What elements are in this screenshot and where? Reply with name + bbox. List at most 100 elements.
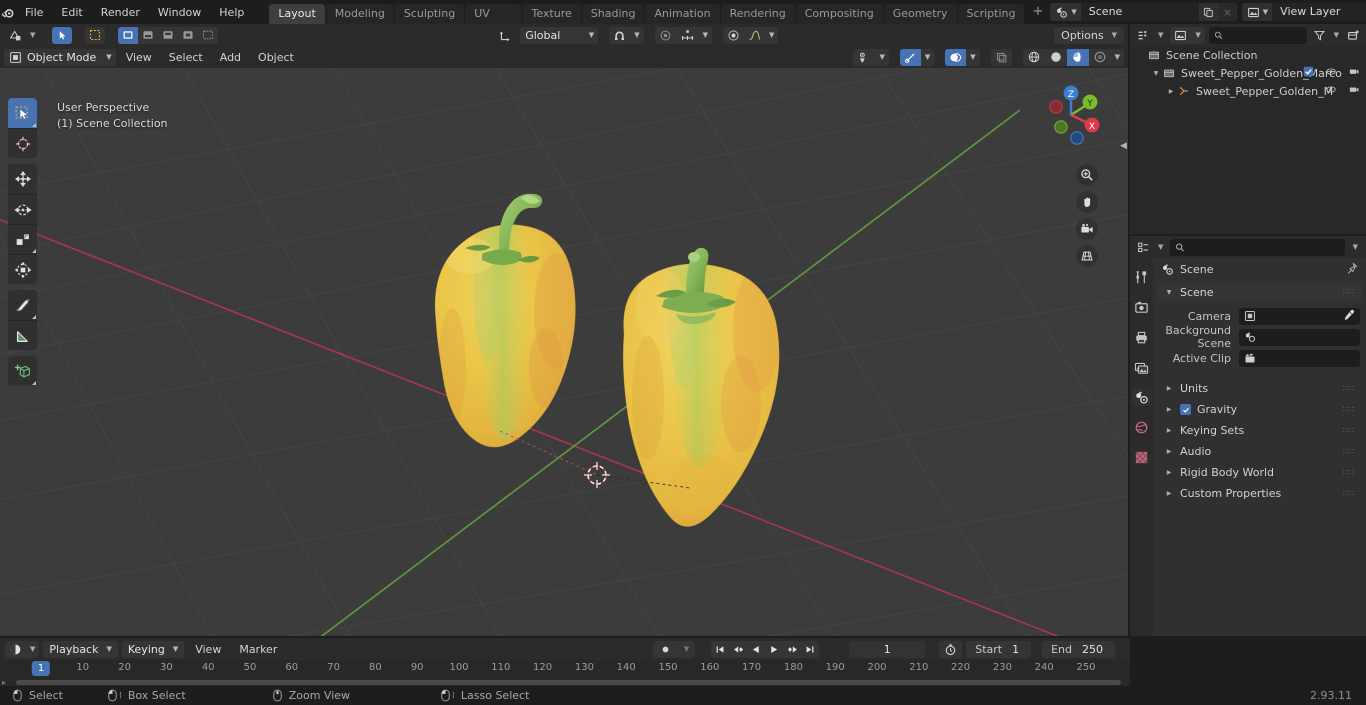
- scale-tool[interactable]: [8, 224, 37, 254]
- outliner-search-box[interactable]: [1208, 26, 1307, 44]
- menu-render[interactable]: Render: [92, 3, 149, 22]
- outliner-search-input[interactable]: [1227, 28, 1302, 42]
- texture-tab[interactable]: [1132, 448, 1152, 466]
- eyedropper-icon[interactable]: [1343, 309, 1355, 324]
- falloff-curve-icon[interactable]: [744, 27, 765, 44]
- move-tool[interactable]: [8, 164, 37, 194]
- panel-scene-header[interactable]: ▼ Scene ∷∷: [1157, 282, 1362, 302]
- outliner-row-mesh[interactable]: ▶ Sweet_Pepper_Golden_M: [1130, 82, 1366, 100]
- next-keyframe-icon[interactable]: [783, 641, 801, 658]
- printer-tab[interactable]: [1132, 328, 1152, 346]
- chevron-down-icon[interactable]: ▼: [1349, 239, 1362, 256]
- outliner-display-mode-icon[interactable]: ▼: [1134, 27, 1166, 44]
- editor-type-icon[interactable]: ▼: [4, 27, 40, 44]
- viewport-menu-view[interactable]: View: [119, 49, 159, 66]
- timeline-ruler[interactable]: 10 20 30 40 50 60 70 80 90 100 110 120 130 140 150 160 1…: [0, 660, 1130, 678]
- annotate-tool[interactable]: [8, 290, 37, 320]
- background-scene-field[interactable]: [1239, 328, 1360, 346]
- render-camera-icon[interactable]: [1348, 66, 1360, 80]
- cursor-tool[interactable]: [8, 128, 37, 158]
- chevron-down-icon[interactable]: ▼: [875, 49, 888, 66]
- frame-end-field[interactable]: End 250: [1042, 640, 1115, 658]
- outliner-row-scene-collection[interactable]: Scene Collection: [1130, 46, 1366, 64]
- chevron-right-icon[interactable]: ▶: [1164, 406, 1174, 413]
- frame-start-field[interactable]: Start 1: [966, 640, 1032, 658]
- zoom-view-icon[interactable]: [1076, 164, 1098, 186]
- properties-editor-icon[interactable]: ▼: [1134, 239, 1166, 256]
- scene-selector[interactable]: ▼ Scene: [1050, 3, 1237, 21]
- overlays-icon[interactable]: [945, 48, 967, 66]
- rotate-tool[interactable]: [8, 194, 37, 224]
- panel-audio[interactable]: ▶ Audio ∷∷: [1157, 441, 1362, 462]
- viewport-menu-add[interactable]: Add: [213, 49, 248, 66]
- workspace-tab-texture-paint[interactable]: Texture Paint: [522, 4, 581, 40]
- chevron-right-icon[interactable]: ▶: [1164, 469, 1174, 476]
- rendered-shading-icon[interactable]: [1089, 49, 1111, 66]
- render-camera-icon[interactable]: [1348, 84, 1360, 98]
- timeline-menu-marker[interactable]: Marker: [232, 641, 284, 658]
- panel-checkbox[interactable]: [1180, 404, 1191, 415]
- workspace-tab-scripting[interactable]: Scripting: [957, 4, 1025, 24]
- viewport-menu-object[interactable]: Object: [251, 49, 301, 66]
- view-layer-selector[interactable]: ▼ View Layer: [1241, 3, 1366, 21]
- blender-logo-icon[interactable]: [0, 0, 16, 24]
- chevron-down-icon[interactable]: ▼: [966, 49, 979, 66]
- expand-sidebar-icon[interactable]: ◀: [1119, 128, 1128, 164]
- workspace-tab-uv-editing[interactable]: UV Editing: [465, 4, 522, 40]
- camera-field[interactable]: [1239, 307, 1360, 325]
- timeline-scrollbar[interactable]: [16, 679, 1122, 685]
- tool-tab[interactable]: [1132, 268, 1152, 286]
- timeline-editor-icon[interactable]: ▼: [5, 640, 40, 658]
- expand-toggle-icon[interactable]: ▼: [1151, 70, 1161, 77]
- chevron-right-icon[interactable]: ▶: [1164, 385, 1174, 392]
- visibility-eye-icon[interactable]: [1325, 66, 1337, 80]
- view-layer-icon[interactable]: ▼: [1241, 3, 1273, 21]
- scene-name[interactable]: Scene: [1080, 3, 1199, 21]
- keying-menu[interactable]: Keying ▼: [121, 640, 185, 658]
- navigation-gizmo[interactable]: Z Y X: [1036, 80, 1106, 150]
- gizmo-icon[interactable]: [899, 48, 921, 66]
- orientation-icon[interactable]: [494, 27, 517, 44]
- outliner-id-type-icon[interactable]: ▼: [1170, 26, 1205, 44]
- stopwatch-icon[interactable]: [939, 640, 963, 658]
- world-tab[interactable]: [1132, 418, 1152, 436]
- visibility-eye-icon[interactable]: [1325, 84, 1337, 98]
- play-icon[interactable]: [765, 641, 783, 658]
- workspace-tab-compositing[interactable]: Compositing: [795, 4, 883, 24]
- properties-editor[interactable]: ▼ ▼ Scene ▼ Scene ∷∷ Camera Background S…: [1130, 236, 1366, 636]
- playback-menu[interactable]: Playback ▼: [43, 640, 118, 658]
- select-extend-icon[interactable]: [118, 26, 139, 44]
- measure-tool[interactable]: [8, 320, 37, 350]
- timeline-menu-view[interactable]: View: [188, 641, 228, 658]
- select-invert-icon[interactable]: [158, 27, 178, 44]
- chevron-down-icon[interactable]: ▼: [921, 49, 934, 66]
- new-collection-icon[interactable]: [1345, 27, 1362, 44]
- chevron-right-icon[interactable]: ▶: [1164, 427, 1174, 434]
- transform-tool[interactable]: [8, 254, 37, 284]
- filter-icon[interactable]: ▼: [1311, 27, 1341, 44]
- expand-toggle-icon[interactable]: ▶: [1166, 88, 1176, 95]
- magnet-icon[interactable]: [609, 27, 630, 44]
- chevron-down-icon[interactable]: ▼: [630, 27, 643, 44]
- duplicate-icon[interactable]: [1198, 3, 1218, 21]
- ortho-persp-toggle-icon[interactable]: [1076, 245, 1098, 267]
- chevron-down-icon[interactable]: ▼: [1111, 49, 1124, 66]
- render-tab[interactable]: [1132, 298, 1152, 316]
- view-layer-tab[interactable]: [1132, 358, 1152, 376]
- collection-checkbox[interactable]: [1303, 66, 1314, 80]
- panel-gravity[interactable]: ▶ Gravity ∷∷: [1157, 399, 1362, 420]
- workspace-tab-sculpting[interactable]: Sculpting: [394, 4, 465, 24]
- viewport-canvas[interactable]: [0, 68, 1128, 636]
- select-set-icon[interactable]: [85, 27, 105, 44]
- solid-shading-icon[interactable]: [1045, 49, 1067, 66]
- camera-view-icon[interactable]: [1076, 218, 1098, 240]
- menu-edit[interactable]: Edit: [52, 3, 91, 22]
- wireframe-shading-icon[interactable]: [1023, 49, 1045, 66]
- jump-to-start-icon[interactable]: [711, 641, 729, 658]
- proportional-falloff-toggle-icon[interactable]: [723, 27, 744, 44]
- panel-keying-sets[interactable]: ▶ Keying Sets ∷∷: [1157, 420, 1362, 441]
- pin-icon[interactable]: [1346, 262, 1358, 277]
- view-layer-name[interactable]: View Layer: [1272, 3, 1366, 21]
- workspace-tab-rendering[interactable]: Rendering: [720, 4, 795, 24]
- outliner-row-collection[interactable]: ▼ Sweet_Pepper_Golden_Marco: [1130, 64, 1366, 82]
